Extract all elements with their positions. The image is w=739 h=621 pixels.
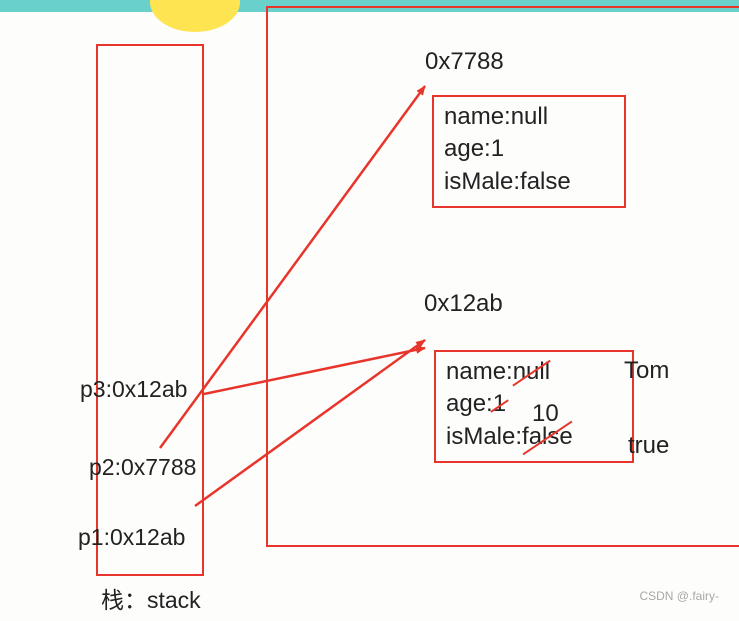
heap-region — [266, 6, 739, 547]
obj1-address: 0x7788 — [425, 48, 504, 76]
obj1-box: name:null age:1 isMale:false — [432, 95, 626, 208]
obj2-ismale-new: true — [628, 432, 669, 460]
obj2-address: 0x12ab — [424, 290, 503, 318]
stack-entry-p2: p2:0x7788 — [89, 454, 196, 481]
yellow-circle — [150, 0, 240, 32]
obj2-age-new: 10 — [532, 400, 559, 428]
obj2-age-prefix: age: — [446, 390, 493, 417]
obj2-ismale-prefix: isMale: — [446, 423, 522, 450]
stack-entry-p3: p3:0x12ab — [80, 376, 187, 403]
obj1-ismale: isMale:false — [444, 166, 614, 198]
stack-label: 栈：stack — [101, 581, 201, 615]
obj2-name-new: Tom — [624, 357, 669, 385]
watermark: CSDN @.fairy- — [639, 589, 719, 603]
obj2-name-prefix: name: — [446, 358, 513, 385]
obj1-age: age:1 — [444, 133, 614, 165]
stack-entry-p1: p1:0x12ab — [78, 524, 185, 551]
obj2-name: name:null — [446, 356, 622, 388]
obj2-age-old: 1 — [493, 388, 506, 420]
obj2-name-old: null — [513, 356, 550, 388]
obj1-name: name:null — [444, 101, 614, 133]
stack-box — [96, 44, 204, 576]
